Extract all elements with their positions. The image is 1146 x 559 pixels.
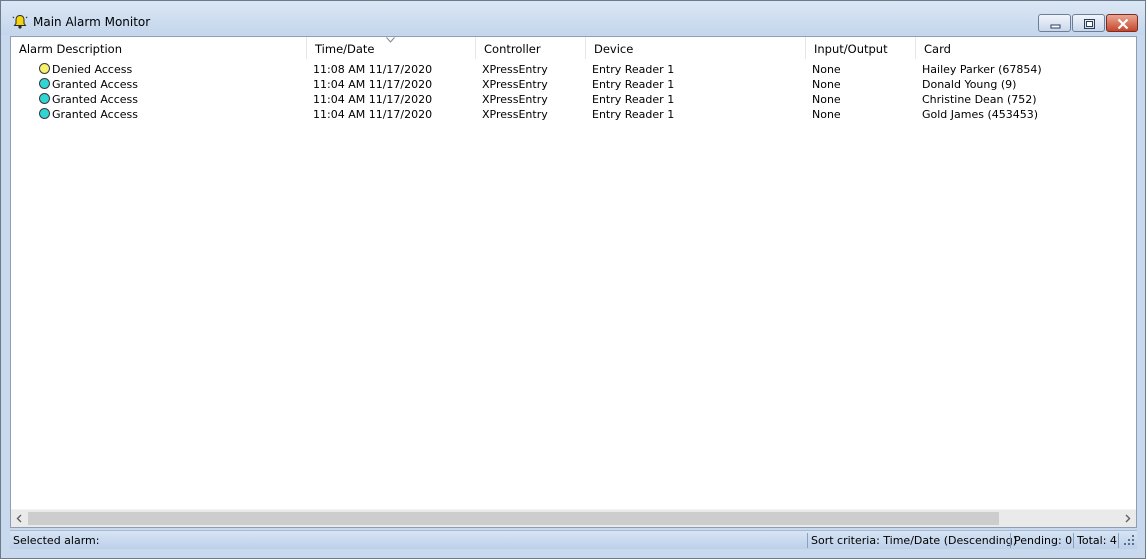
alarm-controller: XPressEntry [482,108,548,121]
title-bar[interactable]: Main Alarm Monitor [1,1,1145,35]
column-header-controller[interactable]: Controller [476,37,586,59]
status-bar: Selected alarm: Sort criteria: Time/Date… [10,530,1137,549]
sort-descending-icon [386,37,395,43]
resize-grip-icon[interactable] [1123,534,1135,546]
table-row[interactable]: Denied Access 11:08 AM 11/17/2020 XPress… [11,62,1136,77]
denied-status-icon [39,63,50,74]
alarm-device: Entry Reader 1 [592,93,675,106]
alarm-io: None [812,63,841,76]
status-divider [807,533,808,548]
total-count: Total: 4 [1077,534,1117,547]
alarm-device: Entry Reader 1 [592,108,675,121]
alarm-time: 11:04 AM 11/17/2020 [313,78,433,91]
granted-status-icon [39,108,50,119]
alarm-description: Denied Access [52,63,133,76]
table-row[interactable]: Granted Access 11:04 AM 11/17/2020 XPres… [11,107,1136,122]
alarm-device: Entry Reader 1 [592,63,675,76]
pending-count: Pending: 0 [1014,534,1073,547]
alarm-list-view[interactable]: Alarm Description Time/Date Controller D… [10,36,1137,528]
alarm-card: Hailey Parker (67854) [922,63,1042,76]
alarm-io: None [812,108,841,121]
minimize-button[interactable] [1038,14,1071,32]
alarm-description: Granted Access [52,93,138,106]
status-divider [1073,533,1074,548]
alarm-rows: Denied Access 11:08 AM 11/17/2020 XPress… [11,62,1136,122]
selected-alarm-label: Selected alarm: [13,534,100,547]
alarm-time: 11:08 AM 11/17/2020 [313,63,433,76]
granted-status-icon [39,78,50,89]
status-divider [1010,533,1011,548]
scrollbar-thumb[interactable] [28,512,999,525]
table-row[interactable]: Granted Access 11:04 AM 11/17/2020 XPres… [11,92,1136,107]
scroll-right-button[interactable] [1119,510,1136,527]
alarm-card: Gold James (453453) [922,108,1039,121]
alarm-time: 11:04 AM 11/17/2020 [313,93,433,106]
alarm-card: Donald Young (9) [922,78,1017,91]
minimize-icon [1050,24,1061,29]
alarm-controller: XPressEntry [482,78,548,91]
column-header-device[interactable]: Device [586,37,806,59]
alarm-card: Christine Dean (752) [922,93,1037,106]
bell-icon [12,14,28,30]
alarm-controller: XPressEntry [482,63,548,76]
table-row[interactable]: Granted Access 11:04 AM 11/17/2020 XPres… [11,77,1136,92]
column-header-card[interactable]: Card [916,37,1136,59]
restore-icon [1084,19,1095,29]
sort-criteria-text: Sort criteria: Time/Date (Descending) [811,534,1018,547]
window-title: Main Alarm Monitor [33,15,151,29]
granted-status-icon [39,93,50,104]
close-button[interactable] [1106,14,1138,32]
alarm-description: Granted Access [52,78,138,91]
alarm-controller: XPressEntry [482,93,548,106]
alarm-io: None [812,93,841,106]
main-alarm-monitor-window: Main Alarm Monitor Alarm Description Tim… [0,0,1146,559]
chevron-left-icon [16,514,22,523]
alarm-device: Entry Reader 1 [592,78,675,91]
restore-button[interactable] [1072,14,1105,32]
alarm-io: None [812,78,841,91]
column-header-input-output[interactable]: Input/Output [806,37,916,59]
column-header-alarm-description[interactable]: Alarm Description [11,37,307,59]
alarm-time: 11:04 AM 11/17/2020 [313,108,433,121]
status-divider [1118,533,1119,548]
list-header: Alarm Description Time/Date Controller D… [11,37,1136,59]
chevron-right-icon [1125,514,1131,523]
horizontal-scrollbar[interactable] [11,509,1136,527]
scroll-left-button[interactable] [11,510,28,527]
alarm-description: Granted Access [52,108,138,121]
close-icon [1117,18,1129,30]
